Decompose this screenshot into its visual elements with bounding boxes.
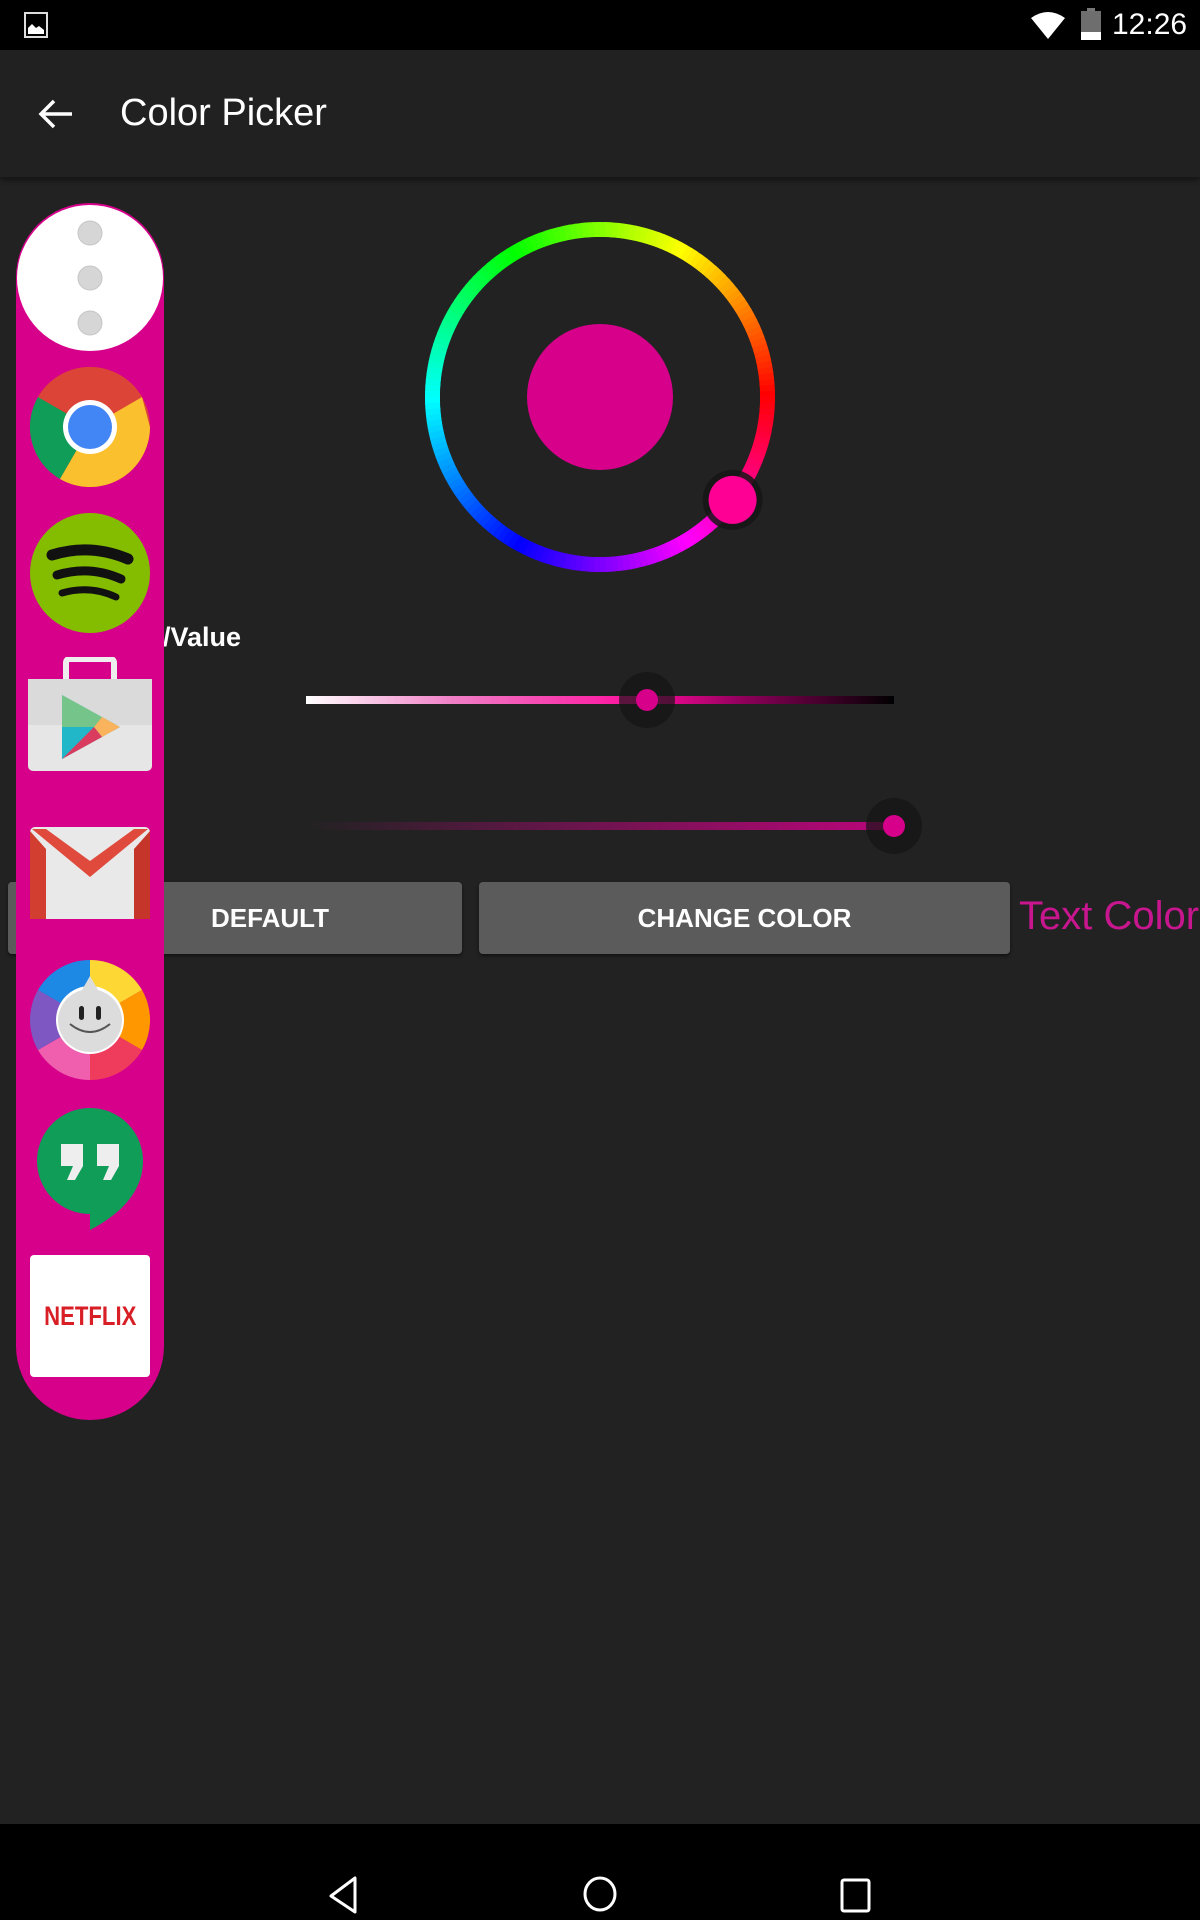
sidebar-app-play-store[interactable]: [16, 657, 164, 771]
sidebar-app-gmail[interactable]: [16, 823, 164, 923]
netflix-icon: NETFLIX: [30, 1255, 150, 1377]
saturation-value-slider[interactable]: [306, 696, 894, 704]
chrome-icon: [30, 367, 150, 487]
hue-handle[interactable]: [708, 475, 757, 524]
change-color-button-label: CHANGE COLOR: [637, 902, 852, 933]
floating-app-sidebar: NETFLIX: [16, 203, 164, 1420]
spotify-icon: [30, 513, 150, 633]
back-nav-icon[interactable]: [328, 1876, 358, 1914]
saturation-value-thumb[interactable]: [636, 689, 659, 711]
change-color-button[interactable]: CHANGE COLOR: [479, 882, 1010, 954]
opacity-slider[interactable]: [306, 822, 894, 830]
recents-nav-icon[interactable]: [840, 1878, 872, 1914]
hue-ring-segment[interactable]: [759, 395, 775, 404]
wifi-icon: [1031, 12, 1065, 39]
sidebar-app-chrome[interactable]: [16, 367, 164, 487]
sidebar-app-netflix[interactable]: NETFLIX: [16, 1255, 164, 1377]
saturation-value-label: /Value: [163, 622, 242, 652]
opacity-thumb[interactable]: [883, 815, 905, 837]
status-time: 12:26: [1112, 8, 1188, 41]
arrow-left-icon[interactable]: [36, 96, 76, 132]
sidebar-more-button[interactable]: [16, 204, 164, 352]
netflix-logo-text: NETFLIX: [43, 1300, 137, 1331]
default-button-label: DEFAULT: [211, 902, 329, 933]
hangouts-icon: [37, 1108, 143, 1230]
text-color-preview: Text Color: [1019, 894, 1200, 938]
page-title: Color Picker: [120, 92, 327, 134]
image-notification-icon: [24, 12, 48, 38]
status-bar: 12:26: [0, 0, 1200, 50]
sidebar-app-spotify[interactable]: [16, 513, 164, 633]
sidebar-app-hangouts[interactable]: [16, 1103, 164, 1233]
selected-color-swatch: [527, 324, 673, 470]
gmail-icon: [30, 827, 150, 919]
more-vertical-icon: [17, 205, 163, 351]
home-nav-icon[interactable]: [582, 1874, 618, 1914]
navigation-bar: [0, 1824, 1200, 1920]
battery-icon: [1081, 8, 1101, 40]
color-wheel[interactable]: [410, 207, 790, 587]
trivia-crack-icon: [30, 960, 150, 1080]
sidebar-app-trivia-crack[interactable]: [16, 960, 164, 1080]
play-store-icon: [28, 657, 152, 771]
